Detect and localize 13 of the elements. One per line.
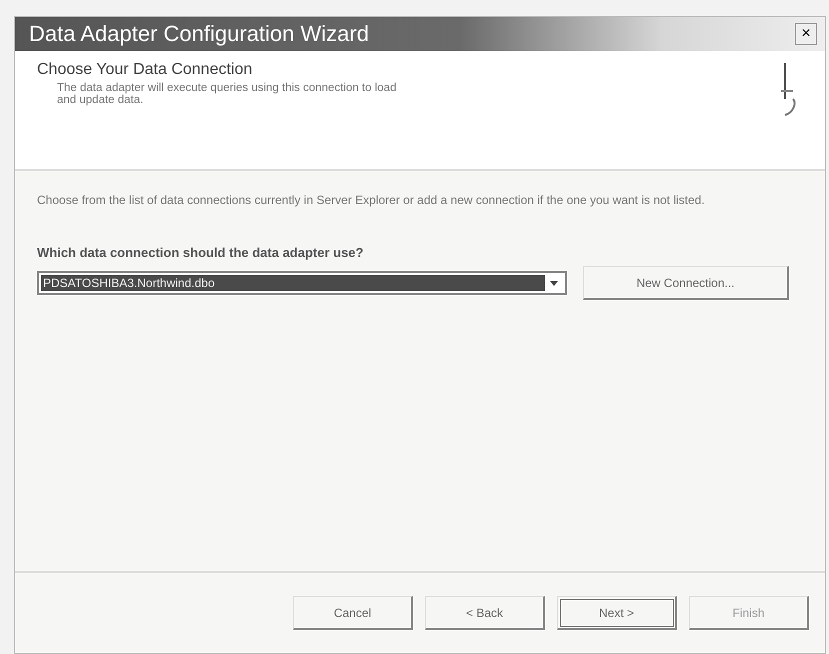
instruction-text: Choose from the list of data connections currently in Server Explorer or add a new connection if the one you want is not listed. — [37, 193, 706, 207]
page-title: Choose Your Data Connection — [37, 61, 254, 79]
new-connection-button[interactable]: New Connection... — [583, 266, 789, 300]
wizard-button[interactable]: Cancel — [293, 596, 413, 630]
wizard-button[interactable]: < Back — [425, 596, 545, 630]
connection-label: Which data connection should the data adapter use? — [37, 245, 364, 260]
close-button[interactable]: × — [795, 23, 817, 45]
window-title: Data Adapter Configuration Wizard — [29, 21, 369, 47]
dropdown-arrow-icon — [550, 280, 558, 286]
wizard-button[interactable]: Next > — [557, 596, 677, 630]
connection-dropdown[interactable]: PDSATOSHIBA3.Northwind.dbo — [37, 271, 567, 295]
page-subtitle: The data adapter will execute queries using this connection to load and update data. — [57, 82, 398, 106]
selected-connection: PDSATOSHIBA3.Northwind.dbo — [41, 275, 545, 291]
